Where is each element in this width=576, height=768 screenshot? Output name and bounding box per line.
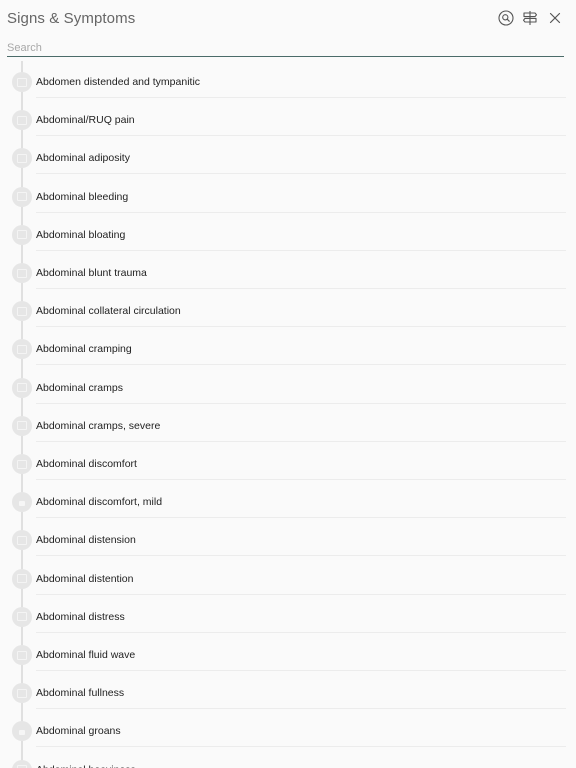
list-item-label: Abdominal groans — [36, 725, 121, 738]
list-item-label: Abdominal distress — [36, 610, 125, 623]
image-icon — [12, 224, 32, 245]
list-item-label: Abdominal cramping — [36, 343, 132, 356]
document-icon — [12, 186, 32, 207]
list-item-label: Abdominal cramps, severe — [36, 419, 161, 432]
list-item-label: Abdominal distension — [36, 534, 136, 547]
image-icon — [12, 454, 32, 474]
list-item[interactable]: Abdominal cramping — [0, 324, 576, 366]
signpost-icon[interactable] — [521, 9, 539, 27]
list-item[interactable]: Abdominal cramps — [0, 363, 576, 404]
search-input[interactable] — [7, 40, 564, 55]
list-item[interactable]: Abdominal discomfort, mild — [0, 477, 576, 519]
lock-icon — [12, 492, 32, 513]
list-item[interactable]: Abdominal collateral circulation — [0, 286, 576, 328]
list-item-label: Abdominal adiposity — [36, 152, 130, 165]
image-icon — [12, 568, 32, 589]
close-icon[interactable] — [546, 9, 564, 27]
list-item[interactable]: Abdominal distress — [0, 592, 576, 633]
list-item[interactable]: Abdominal fullness — [0, 668, 576, 710]
list-item[interactable]: Abdominal bloating — [0, 210, 576, 251]
image-icon — [12, 339, 32, 360]
image-icon — [12, 110, 32, 131]
list-item[interactable]: Abdominal adiposity — [0, 133, 576, 175]
document-icon — [12, 72, 32, 92]
list-item-label: Abdominal heaviness — [36, 764, 136, 768]
list-item-label: Abdominal blunt trauma — [36, 267, 147, 279]
search-circle-icon[interactable] — [497, 9, 515, 27]
list-item-label: Abdominal/RUQ pain — [36, 114, 135, 127]
list-item[interactable]: Abdominal cramps, severe — [0, 401, 576, 442]
list-item-label: Abdominal bleeding — [36, 190, 129, 203]
image-icon — [12, 683, 32, 704]
lock-icon — [12, 721, 32, 742]
list-item[interactable]: Abdominal distention — [0, 554, 576, 595]
list-item-label: Abdomen distended and tympanitic — [36, 76, 201, 88]
image-icon — [12, 530, 32, 551]
document-icon — [12, 301, 32, 322]
list-item[interactable]: Abdominal discomfort — [0, 439, 576, 480]
list-item-label: Abdominal collateral circulation — [36, 305, 181, 318]
symptom-list[interactable]: Abdomen distended and tympanitic Abdomina… — [0, 57, 576, 768]
list-item[interactable]: Abdominal heaviness — [0, 745, 576, 768]
list-item-label: Abdominal discomfort, mild — [36, 496, 163, 509]
document-icon — [12, 759, 32, 768]
list-item-label: Abdominal distention — [36, 572, 134, 585]
list-item-label: Abdominal cramps — [36, 381, 123, 394]
page-title: Signs & Symptoms — [7, 10, 136, 27]
list-item-label: Abdominal fullness — [36, 687, 125, 700]
list-item[interactable]: Abdominal blunt trauma — [0, 248, 576, 289]
list-item[interactable]: Abdominal bleeding — [0, 172, 576, 213]
document-icon — [12, 148, 32, 169]
image-icon — [12, 606, 32, 627]
list-item-label: Abdominal discomfort — [36, 458, 137, 470]
list-item-label: Abdominal fluid wave — [36, 649, 136, 661]
list-item[interactable]: Abdomen distended and tympanitic — [0, 57, 576, 98]
document-icon — [12, 263, 32, 283]
signs-symptoms-screen: Signs & Symptoms Abdomen di — [0, 0, 576, 768]
list-item[interactable]: Abdominal fluid wave — [0, 630, 576, 671]
document-icon — [12, 415, 32, 436]
header: Signs & Symptoms — [0, 0, 576, 38]
list-item-label: Abdominal bloating — [36, 228, 126, 241]
image-icon — [12, 377, 32, 398]
document-icon — [12, 645, 32, 665]
list-item[interactable]: Abdominal/RUQ pain — [0, 95, 576, 137]
list-item[interactable]: Abdominal groans — [0, 706, 576, 748]
list-item[interactable]: Abdominal distension — [0, 515, 576, 557]
search-bar — [7, 39, 564, 57]
